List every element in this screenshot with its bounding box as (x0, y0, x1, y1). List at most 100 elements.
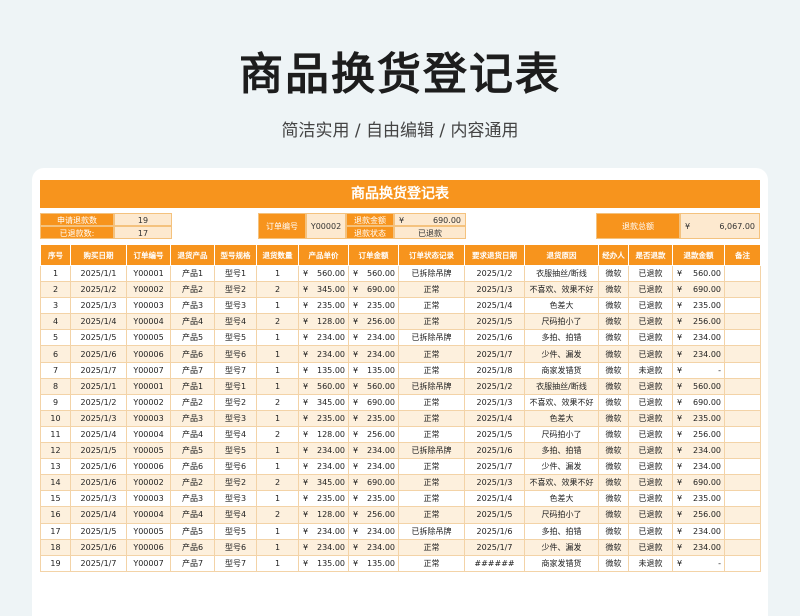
table-cell[interactable]: 2 (256, 281, 299, 299)
table-cell[interactable]: 产品4 (170, 506, 215, 524)
money-cell[interactable]: ¥234.00 (348, 329, 399, 347)
money-cell[interactable]: ¥234.00 (672, 329, 725, 347)
table-row[interactable]: 9 2025/1/2 Y00002 产品2 型号2 2 ¥345.00 ¥690.00 正常 20… (40, 393, 761, 411)
table-cell[interactable]: 已退款 (628, 377, 673, 395)
table-cell[interactable]: 2025/1/5 (464, 313, 525, 331)
refund-total-value[interactable]: ¥ 6,067.00 (680, 213, 760, 239)
table-cell[interactable]: 产品6 (170, 458, 215, 476)
table-cell[interactable]: 2025/1/5 (70, 442, 127, 460)
table-cell[interactable]: 型号5 (214, 442, 257, 460)
money-cell[interactable]: ¥235.00 (298, 297, 349, 315)
money-cell[interactable]: ¥560.00 (672, 377, 725, 395)
table-cell[interactable]: 型号7 (214, 554, 257, 572)
table-row[interactable]: 3 2025/1/3 Y00003 产品3 型号3 1 ¥235.00 ¥235.00 正常 20… (40, 297, 761, 315)
table-cell[interactable]: 2 (256, 393, 299, 411)
table-cell[interactable]: 正常 (398, 538, 465, 556)
table-cell[interactable]: 2025/1/7 (464, 345, 525, 363)
money-cell[interactable]: ¥135.00 (298, 554, 349, 572)
column-header[interactable]: 退货原因 (524, 244, 599, 266)
money-cell[interactable]: ¥345.00 (298, 393, 349, 411)
table-row[interactable]: 13 2025/1/6 Y00006 产品6 型号6 1 ¥234.00 ¥234.00 正常 2… (40, 458, 761, 476)
money-cell[interactable]: ¥234.00 (672, 442, 725, 460)
column-header[interactable]: 订单状态记录 (398, 244, 465, 266)
table-cell[interactable]: Y00004 (126, 425, 171, 444)
table-cell[interactable]: 少件、漏发 (524, 538, 599, 556)
table-cell[interactable]: 型号3 (214, 297, 257, 315)
column-header[interactable]: 经办人 (598, 244, 629, 266)
money-cell[interactable]: ¥560.00 (348, 377, 399, 395)
table-cell[interactable] (724, 490, 761, 508)
table-cell[interactable]: 2025/1/6 (70, 345, 127, 363)
money-cell[interactable]: ¥234.00 (298, 329, 349, 347)
table-cell[interactable]: Y00006 (126, 345, 171, 363)
refund-amount-value[interactable]: ¥ 690.00 (394, 213, 466, 226)
table-cell[interactable]: 正常 (398, 425, 465, 444)
table-cell[interactable]: 产品1 (170, 377, 215, 395)
table-cell[interactable]: 1 (256, 538, 299, 556)
table-cell[interactable]: 2025/1/3 (70, 409, 127, 427)
table-cell[interactable]: 已退款 (628, 329, 673, 347)
table-cell[interactable] (724, 281, 761, 299)
table-cell[interactable]: 2025/1/6 (464, 329, 525, 347)
table-cell[interactable] (724, 538, 761, 556)
money-cell[interactable]: ¥ - (672, 361, 725, 379)
table-row[interactable]: 15 2025/1/3 Y00003 产品3 型号3 1 ¥235.00 ¥235.00 正常 2… (40, 490, 761, 508)
table-cell[interactable]: 正常 (398, 281, 465, 299)
table-cell[interactable]: 已退款 (628, 345, 673, 363)
refund-status-value[interactable]: 已退款 (394, 226, 466, 239)
money-cell[interactable]: ¥235.00 (298, 490, 349, 508)
table-cell[interactable]: 正常 (398, 297, 465, 315)
table-cell[interactable]: 微软 (598, 442, 629, 460)
table-cell[interactable]: 10 (40, 409, 71, 427)
table-cell[interactable]: 产品6 (170, 345, 215, 363)
table-cell[interactable]: 未退款 (628, 361, 673, 379)
table-cell[interactable]: 2025/1/5 (70, 329, 127, 347)
table-cell[interactable]: 已退款 (628, 281, 673, 299)
table-cell[interactable]: 2025/1/7 (70, 554, 127, 572)
table-cell[interactable]: 5 (40, 329, 71, 347)
table-cell[interactable]: Y00003 (126, 490, 171, 508)
table-cell[interactable]: 正常 (398, 345, 465, 363)
table-cell[interactable]: 已退款 (628, 490, 673, 508)
table-cell[interactable] (724, 458, 761, 476)
table-cell[interactable]: Y00003 (126, 409, 171, 427)
table-cell[interactable]: 产品7 (170, 361, 215, 379)
money-cell[interactable]: ¥135.00 (298, 361, 349, 379)
table-cell[interactable]: 2025/1/5 (70, 522, 127, 540)
table-cell[interactable] (724, 522, 761, 540)
table-cell[interactable]: Y00001 (126, 377, 171, 395)
table-cell[interactable]: 型号6 (214, 538, 257, 556)
table-cell[interactable]: 型号1 (214, 377, 257, 395)
table-cell[interactable] (724, 377, 761, 395)
table-cell[interactable]: Y00004 (126, 506, 171, 524)
table-cell[interactable]: 17 (40, 522, 71, 540)
table-cell[interactable]: 微软 (598, 474, 629, 492)
table-cell[interactable]: 不喜欢、效果不好 (524, 393, 599, 411)
table-cell[interactable]: 2025/1/4 (464, 490, 525, 508)
column-header[interactable]: 要求退货日期 (464, 244, 525, 266)
table-cell[interactable]: 正常 (398, 490, 465, 508)
table-cell[interactable] (724, 554, 761, 572)
table-cell[interactable]: 产品6 (170, 538, 215, 556)
table-cell[interactable]: 正常 (398, 458, 465, 476)
table-cell[interactable]: 多拍、拍错 (524, 329, 599, 347)
table-cell[interactable]: 微软 (598, 458, 629, 476)
table-cell[interactable]: Y00001 (126, 264, 171, 283)
table-cell[interactable]: 11 (40, 425, 71, 444)
table-row[interactable]: 8 2025/1/1 Y00001 产品1 型号1 1 ¥560.00 ¥560.00 已拆除吊… (40, 377, 761, 395)
money-cell[interactable]: ¥256.00 (672, 506, 725, 524)
money-cell[interactable]: ¥235.00 (672, 409, 725, 427)
table-cell[interactable]: 型号2 (214, 474, 257, 492)
table-cell[interactable] (724, 361, 761, 379)
table-cell[interactable]: 1 (256, 458, 299, 476)
table-cell[interactable]: 已退款 (628, 425, 673, 444)
table-cell[interactable]: 型号1 (214, 264, 257, 283)
table-cell[interactable]: 2025/1/5 (464, 425, 525, 444)
money-cell[interactable]: ¥235.00 (672, 297, 725, 315)
table-cell[interactable]: 不喜欢、效果不好 (524, 281, 599, 299)
table-cell[interactable]: 16 (40, 506, 71, 524)
table-cell[interactable]: 产品2 (170, 474, 215, 492)
table-cell[interactable]: 微软 (598, 506, 629, 524)
table-cell[interactable]: Y00006 (126, 458, 171, 476)
table-cell[interactable]: 2025/1/5 (464, 506, 525, 524)
